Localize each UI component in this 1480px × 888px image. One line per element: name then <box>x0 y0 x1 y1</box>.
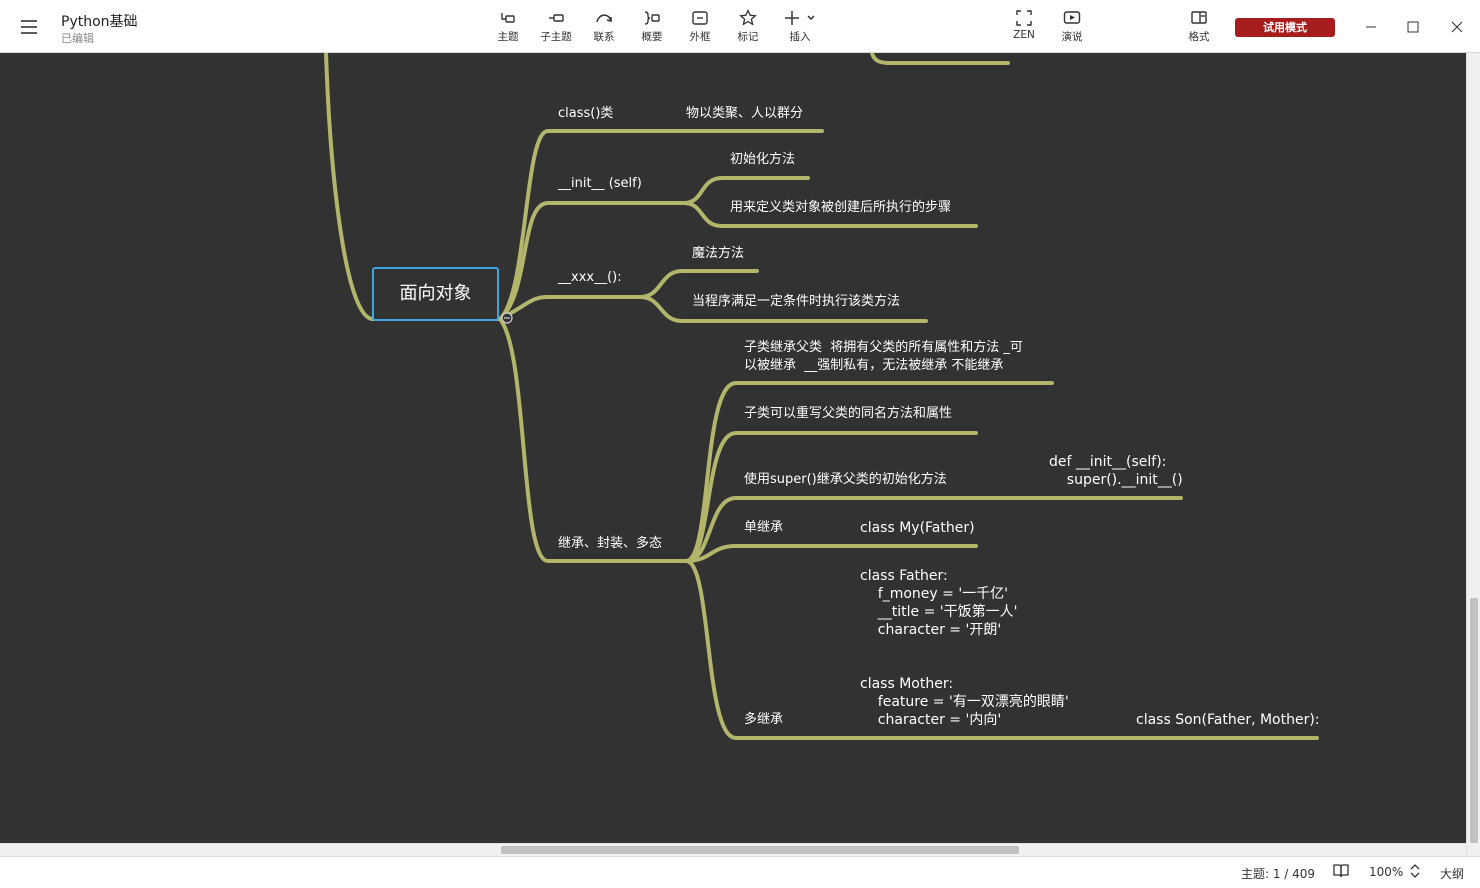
topic-inh-sub4[interactable]: 单继承 <box>744 519 783 537</box>
relation-button[interactable]: 联系 <box>580 9 628 49</box>
maximize-icon[interactable] <box>1398 12 1428 42</box>
boundary-button[interactable]: 外框 <box>676 9 724 49</box>
topic-init-sub1[interactable]: 初始化方法 <box>730 151 795 169</box>
zoom-stepper-icon[interactable] <box>1409 862 1421 883</box>
horizontal-scroll-thumb[interactable] <box>501 846 1019 854</box>
format-label: 格式 <box>1188 31 1210 43</box>
zen-button[interactable]: ZEN <box>1000 9 1048 49</box>
present-label: 演说 <box>1061 31 1083 43</box>
topic-magic-sub2[interactable]: 当程序满足一定条件时执行该类方法 <box>692 293 900 311</box>
close-icon[interactable] <box>1442 12 1472 42</box>
topic-inh-sub5[interactable]: 多继承 <box>744 711 783 729</box>
play-icon <box>1063 11 1081 24</box>
mindmap-canvas[interactable]: 面向对象 class()类 物以类聚、人以群分 __init__ (self) … <box>0 53 1480 856</box>
topic-class-note: 物以类聚、人以群分 <box>686 106 804 121</box>
boundary-icon <box>692 11 708 25</box>
panel-icon <box>1191 11 1207 24</box>
summary-label: 概要 <box>641 31 663 43</box>
book-icon[interactable] <box>1332 863 1350 882</box>
document-title: Python基础 <box>61 14 138 30</box>
subtopic-label: 子主题 <box>540 31 572 43</box>
star-icon <box>739 9 757 26</box>
format-button[interactable]: 格式 <box>1175 9 1223 49</box>
topic-inh-sub3[interactable]: 使用super()继承父类的初始化方法 <box>744 471 947 489</box>
topic-class[interactable]: class()类 <box>558 105 613 123</box>
trial-mode-button[interactable]: 试用模式 <box>1235 18 1335 37</box>
relation-icon <box>596 14 612 23</box>
topic-inh-sub3-note: def __init__(self): super().__init__() <box>1049 454 1183 488</box>
topic-icon <box>501 13 515 23</box>
hamburger-menu-icon[interactable] <box>16 14 42 40</box>
title-bar: Python基础 已编辑 主题 子主题 联系 概要 外框 标记 插入 ZEN 演… <box>0 0 1480 53</box>
topic-inh-sub2[interactable]: 子类可以重写父类的同名方法和属性 <box>744 405 952 423</box>
outline-button[interactable]: 大纲 <box>1440 865 1464 882</box>
marker-button[interactable]: 标记 <box>724 9 772 49</box>
insert-label: 插入 <box>789 31 811 43</box>
minimize-icon[interactable] <box>1356 12 1386 42</box>
zoom-level[interactable]: 100% <box>1369 865 1403 879</box>
topic-inh-sub4-note: class My(Father) <box>860 520 975 536</box>
topic-magic-sub1[interactable]: 魔法方法 <box>692 245 744 263</box>
boundary-label: 外框 <box>689 31 711 43</box>
summary-button[interactable]: 概要 <box>628 9 676 49</box>
zen-label: ZEN <box>1013 29 1035 41</box>
horizontal-scrollbar[interactable] <box>0 843 1466 856</box>
topic-init-sub2[interactable]: 用来定义类对象被创建后所执行的步骤 <box>730 199 951 217</box>
central-topic[interactable]: 面向对象 <box>372 267 499 321</box>
summary-icon <box>644 11 660 25</box>
vertical-scroll-thumb[interactable] <box>1470 598 1478 843</box>
topic-inheritance[interactable]: 继承、封装、多态 <box>558 535 662 553</box>
vertical-scrollbar[interactable] <box>1466 53 1480 856</box>
topic-inh-sub5-note2: class Son(Father, Mother): <box>1136 712 1320 728</box>
topic-count: 主题: 1 / 409 <box>1241 867 1316 881</box>
fullscreen-icon <box>1016 10 1032 26</box>
status-bar: 主题: 1 / 409 100% 大纲 <box>0 856 1480 888</box>
subtopic-icon <box>549 14 564 22</box>
topic-label: 主题 <box>497 31 519 43</box>
topic-inh-sub1[interactable]: 子类继承父类 将拥有父类的所有属性和方法 _可 以被继承 __强制私有，无法被继… <box>744 339 1023 375</box>
document-status: 已编辑 <box>61 32 94 45</box>
topic-button[interactable]: 主题 <box>484 9 532 49</box>
insert-button[interactable]: 插入 <box>776 9 824 49</box>
topic-magic[interactable]: __xxx__(): <box>558 269 622 287</box>
present-button[interactable]: 演说 <box>1048 9 1096 49</box>
plus-chevron-icon <box>785 11 815 25</box>
topic-init[interactable]: __init__ (self) <box>558 175 642 193</box>
topic-inh-sub5-note: class Father: f_money = '一千亿' __title = … <box>860 568 1069 728</box>
relation-label: 联系 <box>593 31 615 43</box>
marker-label: 标记 <box>737 31 759 43</box>
subtopic-button[interactable]: 子主题 <box>532 9 580 49</box>
